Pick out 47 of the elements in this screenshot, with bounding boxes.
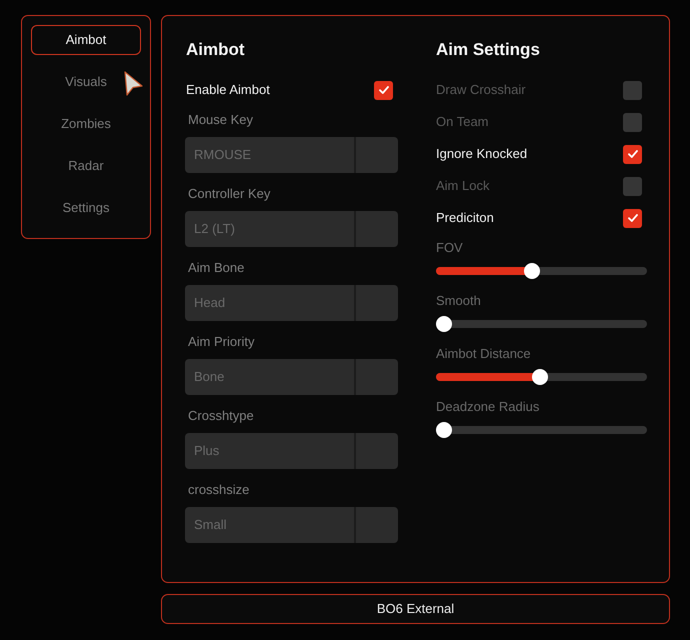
field-label: Aim Priority <box>187 333 256 351</box>
dropdown-field[interactable]: Small <box>185 507 398 543</box>
checkbox[interactable] <box>623 176 642 196</box>
slider-label: Deadzone Radius <box>436 398 540 416</box>
option-label: Enable Aimbot <box>186 81 270 99</box>
slider-track[interactable] <box>436 263 647 279</box>
field-label: Aim Bone <box>187 259 246 277</box>
footer-bar: BO6 External <box>161 594 670 624</box>
section-title: Aim Settings <box>436 39 541 61</box>
sidebar-tab[interactable]: Zombies <box>31 109 141 139</box>
sidebar-tab[interactable]: Settings <box>31 193 141 223</box>
field-label: Controller Key <box>187 185 272 203</box>
slider-thumb[interactable] <box>436 316 452 332</box>
checkbox[interactable] <box>623 144 642 164</box>
option-label: Draw Crosshair <box>436 81 526 99</box>
checkbox[interactable] <box>623 112 642 132</box>
field-label: Crosshtype <box>187 407 255 425</box>
slider-track[interactable] <box>436 316 647 332</box>
field-label: Mouse Key <box>187 111 254 129</box>
dropdown-field[interactable]: RMOUSE <box>185 137 398 173</box>
slider-track[interactable] <box>436 422 647 438</box>
option-label: Prediciton <box>436 209 494 227</box>
sidebar-tab[interactable]: Aimbot <box>31 25 141 55</box>
slider-thumb[interactable] <box>532 369 548 385</box>
dropdown-field[interactable]: Plus <box>185 433 398 469</box>
checkbox[interactable] <box>374 80 393 100</box>
checkmark-icon <box>628 150 638 158</box>
dropdown-field[interactable]: Bone <box>185 359 398 395</box>
slider-label: Aimbot Distance <box>436 345 532 363</box>
checkbox[interactable] <box>623 80 642 100</box>
slider-thumb[interactable] <box>436 422 452 438</box>
slider-label: Smooth <box>436 292 482 310</box>
option-label: On Team <box>436 113 489 131</box>
slider-thumb[interactable] <box>524 263 540 279</box>
dropdown-field[interactable]: Head <box>185 285 398 321</box>
checkbox[interactable] <box>623 208 642 228</box>
checkmark-icon <box>628 214 638 222</box>
cursor-icon <box>124 71 143 96</box>
field-label: crosshsize <box>187 481 250 499</box>
sidebar-tab[interactable]: Radar <box>31 151 141 181</box>
checkmark-icon <box>378 86 388 94</box>
option-label: Ignore Knocked <box>436 145 528 163</box>
section-title: Aimbot <box>185 39 246 61</box>
dropdown-field[interactable]: L2 (LT) <box>185 211 398 247</box>
slider-label: FOV <box>436 239 464 257</box>
option-label: Aim Lock <box>436 177 490 195</box>
slider-track[interactable] <box>436 369 647 385</box>
